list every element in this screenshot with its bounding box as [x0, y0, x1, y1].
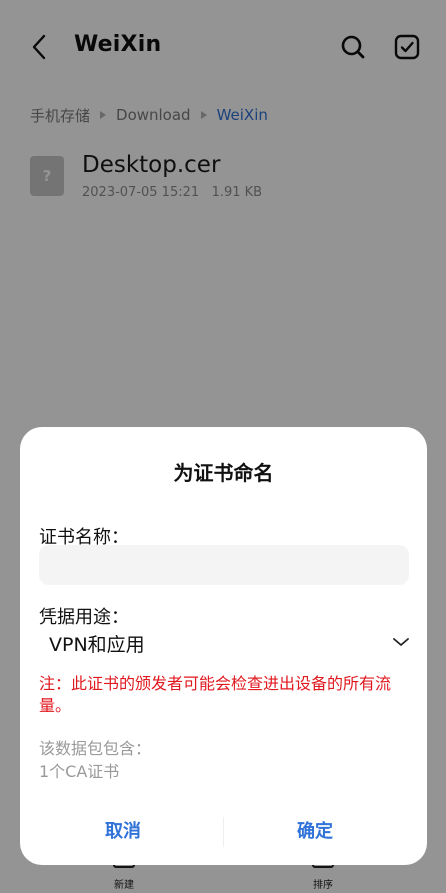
chevron-down-icon — [391, 632, 411, 652]
credential-usage-value: VPN和应用 — [49, 634, 145, 656]
name-certificate-dialog: 为证书命名 证书名称： 凭据用途： VPN和应用 注：此证书的颁发者可能会检查进… — [20, 427, 427, 865]
dialog-title: 为证书命名 — [173, 461, 274, 485]
ok-button[interactable]: 确定 — [215, 815, 415, 849]
cancel-button[interactable]: 取消 — [23, 815, 223, 849]
warning-text: 注：此证书的颁发者可能会检查进出设备的所有流量。 — [39, 674, 392, 715]
package-contents-label: 该数据包包含： — [39, 739, 152, 758]
certificate-name-input[interactable] — [39, 545, 409, 585]
package-contents-value: 1个CA证书 — [39, 762, 120, 781]
credential-usage-label: 凭据用途： — [39, 607, 129, 628]
credential-usage-select[interactable]: VPN和应用 — [39, 628, 411, 658]
